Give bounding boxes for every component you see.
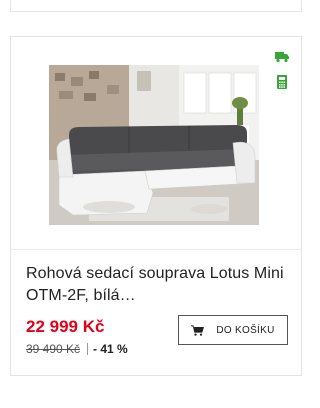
discount-badge: - 41 % <box>93 342 128 356</box>
product-card[interactable]: Rohová sedací souprava Lotus Mini OTM-2F… <box>10 36 302 376</box>
add-to-cart-label: DO KOŠÍKU <box>216 324 275 336</box>
price-separator <box>87 343 89 355</box>
previous-product-card <box>10 0 302 12</box>
product-image-area[interactable] <box>11 37 301 249</box>
price-details: 39 490 Kč - 41 % <box>26 342 128 356</box>
product-image[interactable] <box>49 65 259 225</box>
product-price: 22 999 Kč <box>26 317 105 336</box>
product-title[interactable]: Rohová sedací souprava Lotus Mini OTM-2F… <box>26 263 288 307</box>
side-icons <box>275 49 289 101</box>
card-divider <box>11 249 301 250</box>
old-price: 39 490 Kč <box>26 342 81 356</box>
cart-icon <box>191 324 205 336</box>
truck-icon <box>275 52 289 63</box>
add-to-cart-button[interactable]: DO KOŠÍKU <box>178 315 288 345</box>
calculator-icon <box>277 75 287 89</box>
